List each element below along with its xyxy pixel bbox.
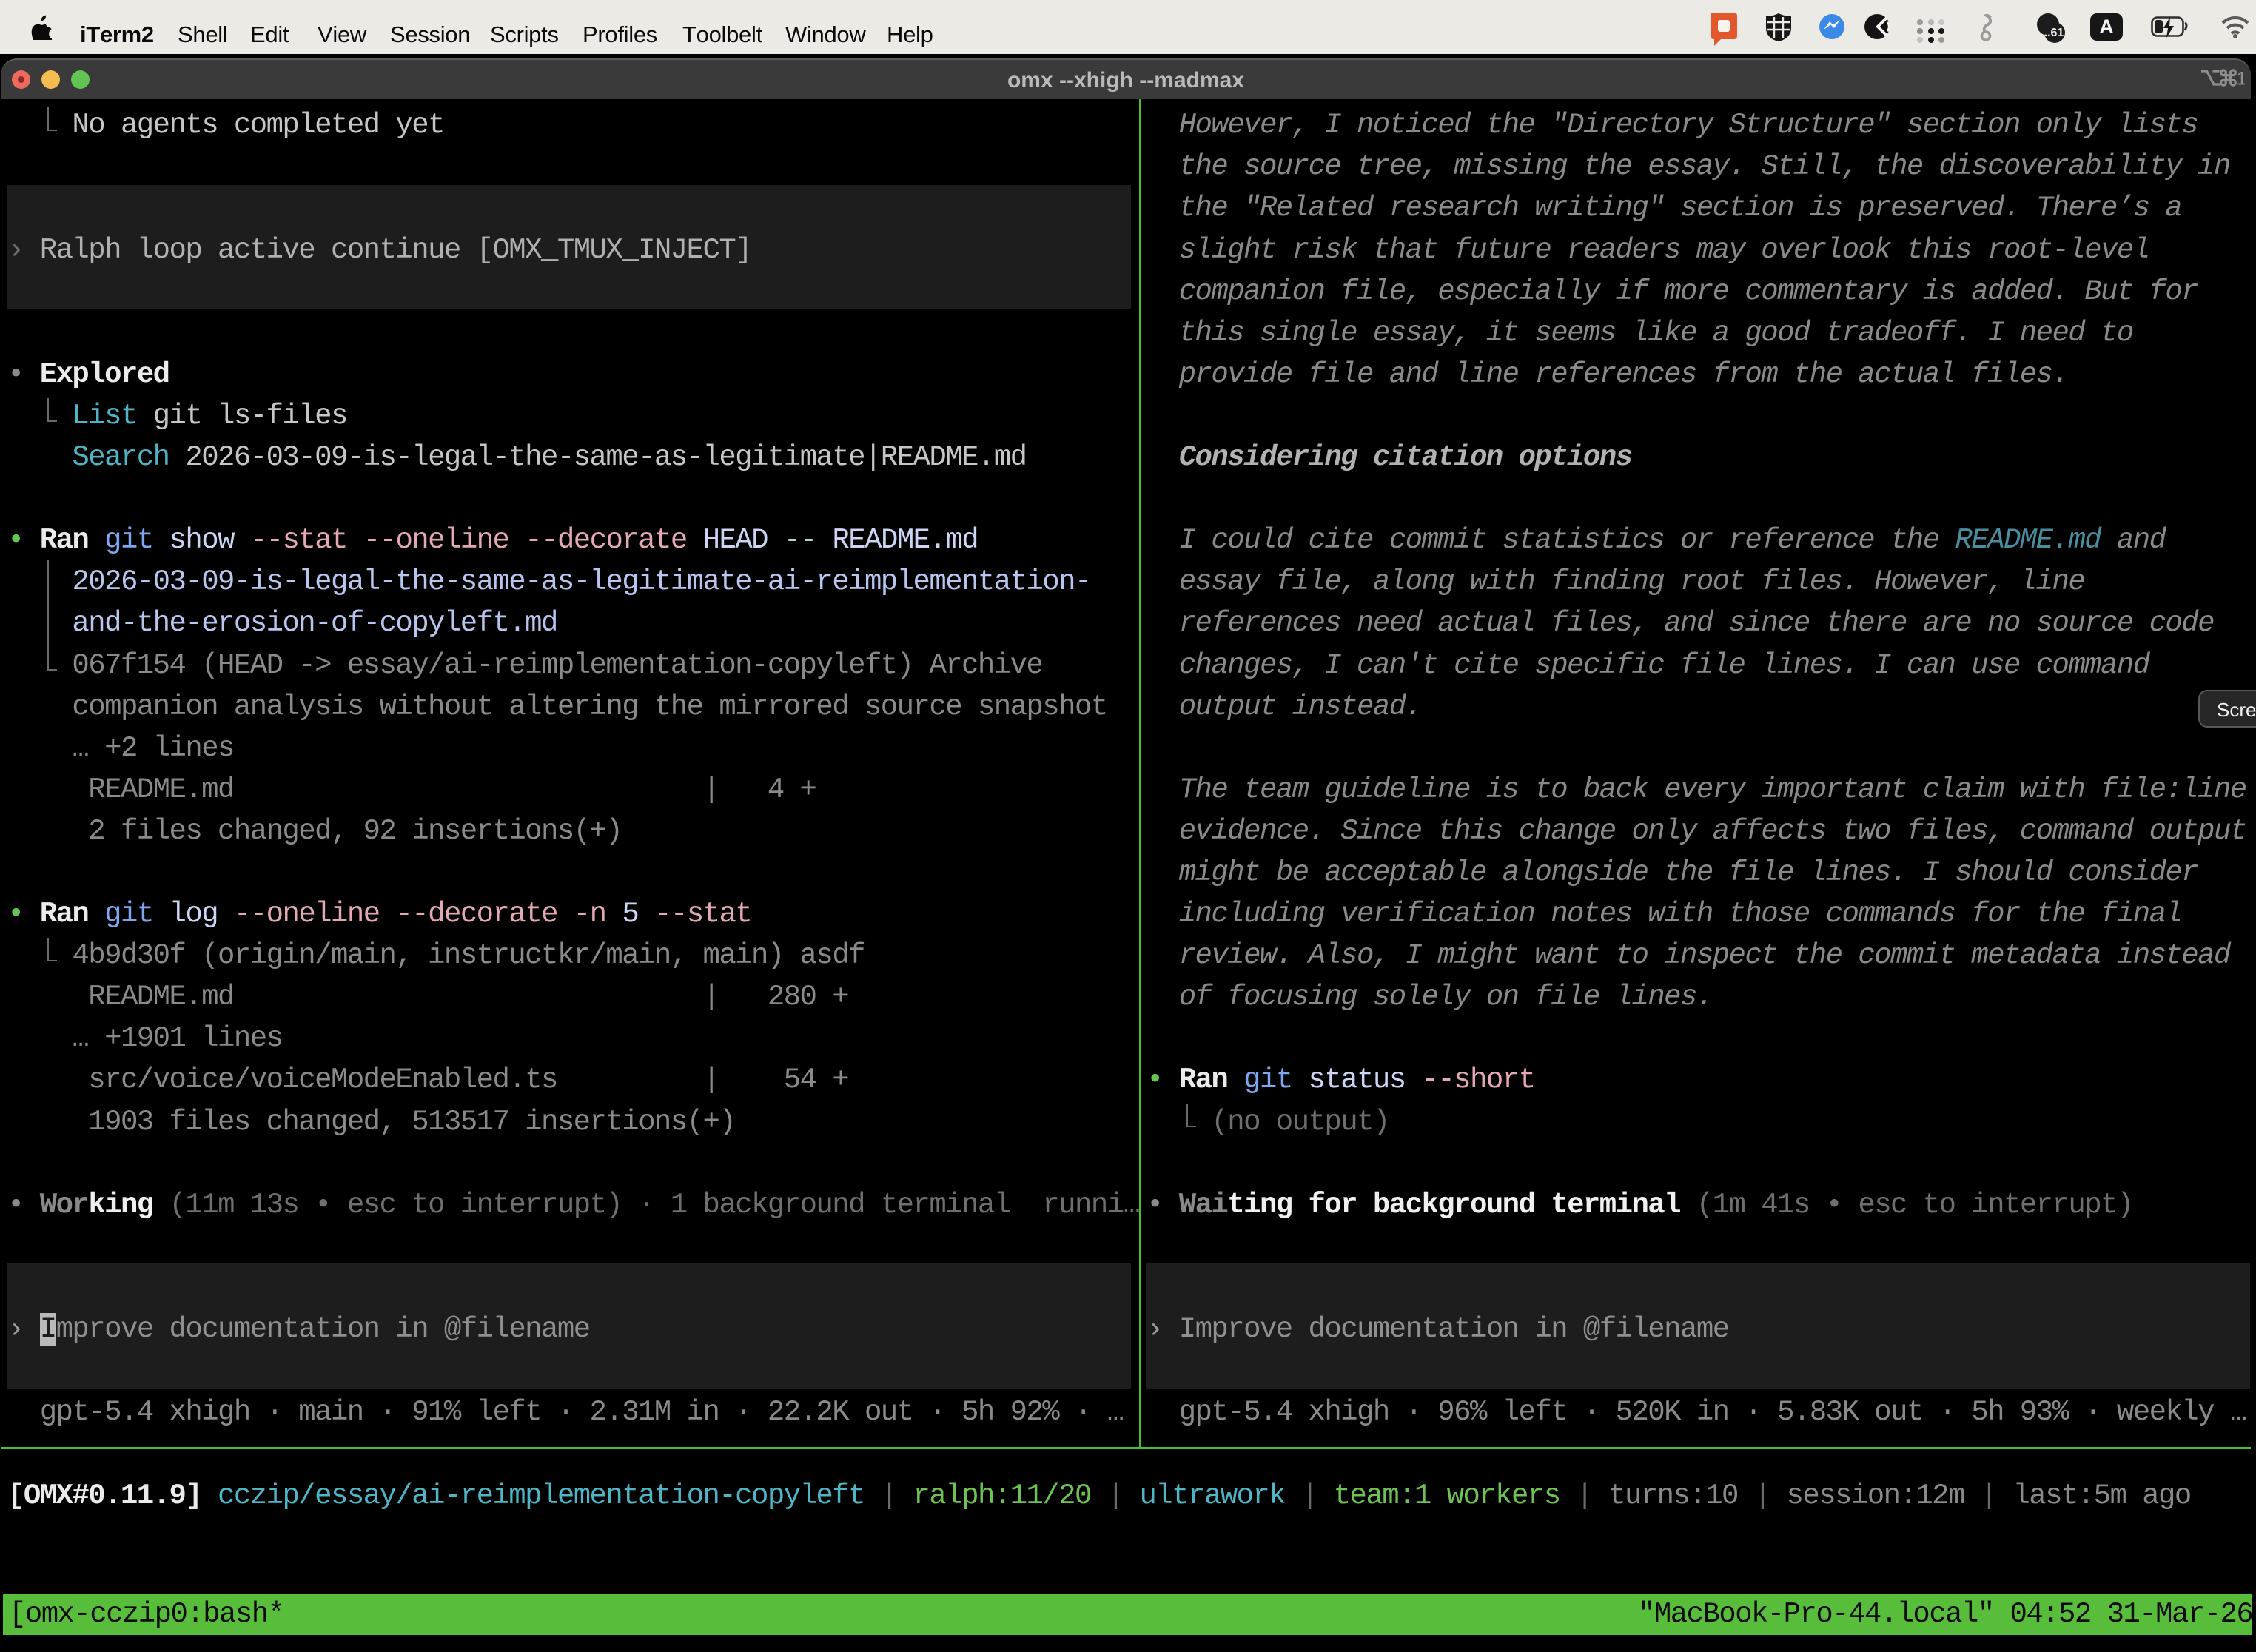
svg-text:1: 1 [2237,69,2246,87]
svg-text:..61: ..61 [2044,27,2064,39]
